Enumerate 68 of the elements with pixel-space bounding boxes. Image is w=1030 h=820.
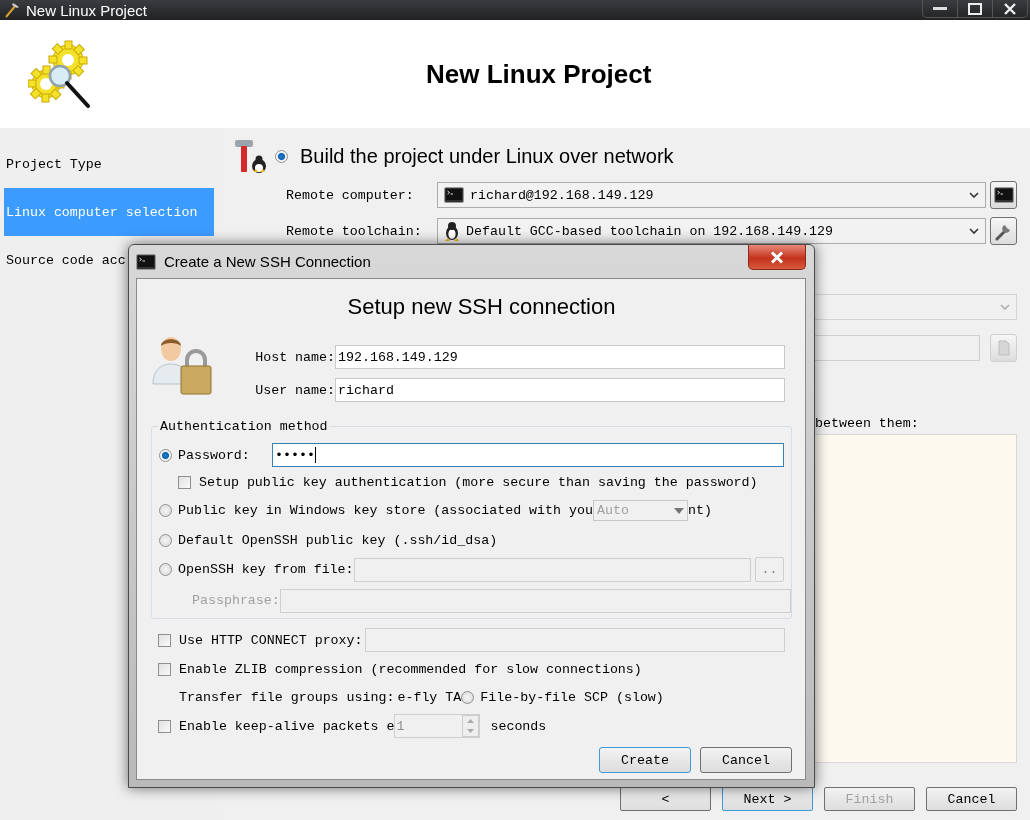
option-label: Setup public key authentication (more secure than saving the password) xyxy=(199,474,758,490)
radio-button[interactable] xyxy=(159,504,172,517)
radio-button[interactable] xyxy=(159,448,172,462)
field-label: between them: xyxy=(815,416,920,432)
caret-icon xyxy=(1000,304,1010,310)
checkbox[interactable] xyxy=(158,662,171,676)
hammer-penguin-icon xyxy=(233,138,269,174)
radio-button[interactable] xyxy=(159,533,172,547)
field-label: Remote toolchain: xyxy=(285,223,423,239)
close-button[interactable] xyxy=(748,245,806,270)
option-label: nt) xyxy=(687,503,712,518)
caret-icon xyxy=(969,228,979,234)
option-label: Transfer file groups using: xyxy=(179,689,395,705)
unit-label: seconds xyxy=(490,718,547,734)
option-label: Enable ZLIB compression (recommended for slow connections) xyxy=(179,661,642,677)
close-icon xyxy=(770,250,784,264)
window-title: New Linux Project xyxy=(26,1,147,19)
wizard-step[interactable]: Project Type xyxy=(4,140,214,188)
caret-icon xyxy=(969,192,979,198)
settings-button[interactable] xyxy=(990,217,1017,245)
caret-icon xyxy=(673,507,684,514)
input-field[interactable] xyxy=(353,557,751,582)
maximize-icon xyxy=(968,2,982,15)
terminal-icon xyxy=(136,253,156,270)
close-icon xyxy=(1004,2,1016,15)
option-label: Build the project under Linux over network xyxy=(300,144,674,168)
computer-icon xyxy=(444,187,464,203)
checkbox[interactable] xyxy=(158,719,171,733)
field-label: Passphrase: xyxy=(192,593,280,608)
spin-arrows-icon xyxy=(462,715,480,737)
password-field[interactable]: ••••• xyxy=(272,443,784,467)
page-title: New Linux Project xyxy=(426,58,652,90)
dialog-button[interactable]: Create xyxy=(599,747,691,773)
dialog-heading: Setup new SSH connection xyxy=(347,294,616,320)
hammer-icon xyxy=(4,2,20,18)
terminal-button[interactable] xyxy=(990,181,1017,209)
dropdown[interactable]: Default GCC-based toolchain on 192.168.149.129 xyxy=(437,218,986,244)
input-field[interactable] xyxy=(364,628,785,652)
input-field[interactable] xyxy=(279,588,791,613)
option-label: File-by-file SCP (slow) xyxy=(480,689,664,705)
wizard-button[interactable]: < xyxy=(620,787,711,811)
wizard-button[interactable]: Next > xyxy=(722,787,813,811)
input-field[interactable]: richard xyxy=(335,378,785,402)
wizard-button[interactable]: Cancel xyxy=(926,787,1017,811)
browse-button[interactable]: .. xyxy=(755,557,784,582)
option-label: Password: xyxy=(178,447,251,463)
option-label: Default OpenSSH public key (.ssh/id_dsa) xyxy=(178,532,498,548)
dialog-button[interactable]: Cancel xyxy=(700,747,792,773)
radio-button[interactable] xyxy=(461,690,475,704)
terminal-icon xyxy=(993,187,1014,203)
radio-button[interactable] xyxy=(275,149,288,163)
minimize-icon xyxy=(933,6,947,11)
input-field[interactable]: 192.168.149.129 xyxy=(335,345,785,369)
browse-button[interactable] xyxy=(990,334,1017,362)
option-label: OpenSSH key from file: xyxy=(178,562,354,577)
dialog-title: Create a New SSH Connection xyxy=(164,253,371,270)
option-label: e-fly TA xyxy=(397,689,462,705)
penguin-icon xyxy=(444,221,460,241)
checkbox[interactable] xyxy=(178,475,191,489)
option-label: Use HTTP CONNECT proxy: xyxy=(179,632,363,648)
option-label: Enable keep-alive packets e xyxy=(179,718,395,734)
field-label: Host name: xyxy=(254,349,335,365)
checkbox[interactable] xyxy=(158,633,171,647)
option-label: Public key in Windows key store (associated with you xyxy=(178,503,593,518)
dropdown[interactable]: richard@192.168.149.129 xyxy=(437,182,986,208)
field-label: Remote computer: xyxy=(285,187,415,203)
radio-button[interactable] xyxy=(159,563,172,576)
field-label: User name: xyxy=(254,382,335,398)
